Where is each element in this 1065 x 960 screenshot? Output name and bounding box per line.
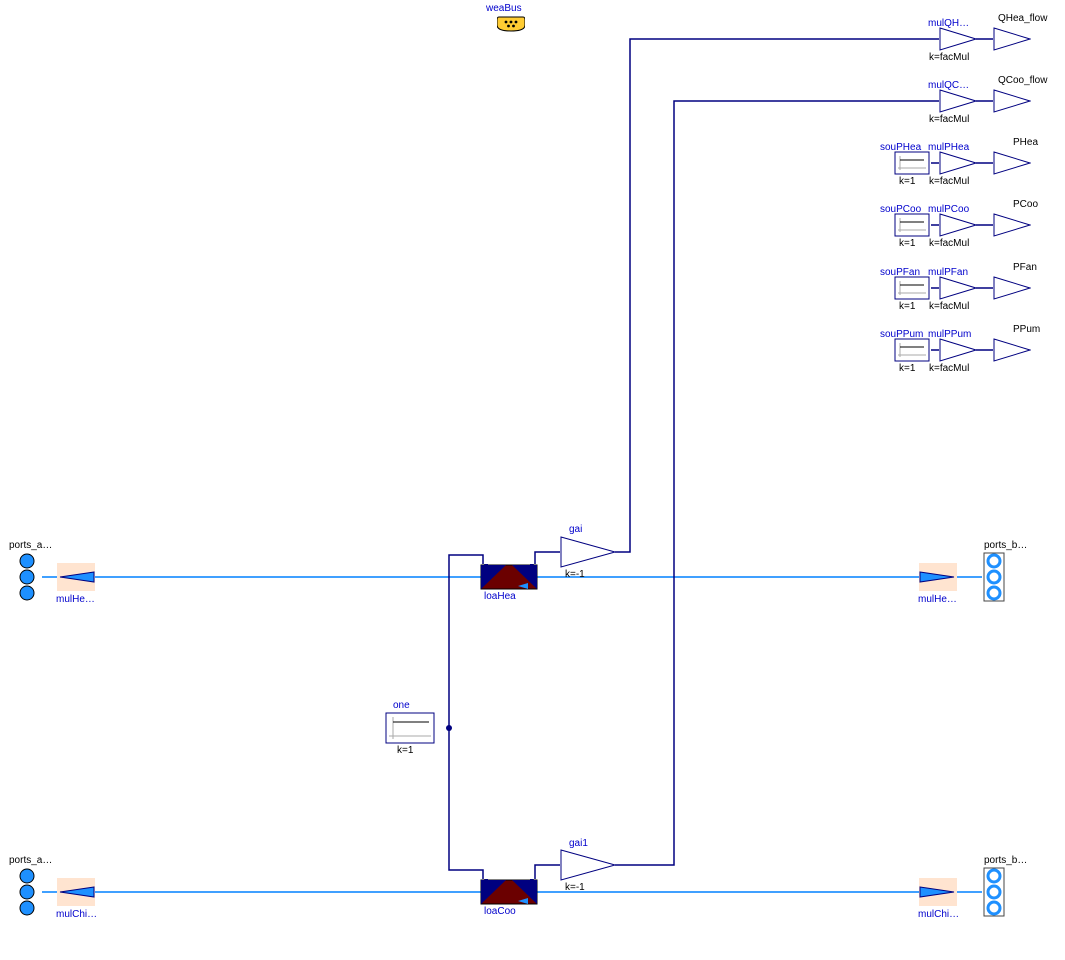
ports-a-heating[interactable] (15, 551, 39, 603)
gai1-k: k=-1 (565, 882, 585, 893)
const-souPHea[interactable] (894, 151, 930, 175)
mulHeaOut-label: mulHe… (918, 594, 957, 605)
diagram-canvas: weaBus mulQH… k=facMul QHea_flow mulQC… … (0, 0, 1065, 960)
mulChiOut-label: mulChi… (918, 909, 959, 920)
mulChiIn-label: mulChi… (56, 909, 97, 920)
loaHea-block[interactable] (480, 564, 538, 590)
mulQC-k: k=facMul (929, 114, 969, 125)
gai-label: gai (569, 524, 582, 535)
mulHeaOut[interactable] (918, 562, 958, 592)
souPCoo-k: k=1 (899, 238, 915, 249)
gain-mulPHea[interactable] (939, 151, 977, 175)
souPPum-k: k=1 (899, 363, 915, 374)
gain-mulPCoo[interactable] (939, 213, 977, 237)
ports-a-cooling[interactable] (15, 866, 39, 918)
gain-mulPPum[interactable] (939, 338, 977, 362)
loaHea-label: loaHea (484, 591, 516, 602)
out-PHea[interactable] (993, 151, 1031, 175)
out-PCoo[interactable] (993, 213, 1031, 237)
souPFan-k: k=1 (899, 301, 915, 312)
mulPFan-k: k=facMul (929, 301, 969, 312)
ports-b-cooling-label: ports_b… (984, 855, 1027, 866)
weabus-label: weaBus (486, 3, 522, 14)
mulPCoo-k: k=facMul (929, 238, 969, 249)
one-label: one (393, 700, 410, 711)
const-souPFan[interactable] (894, 276, 930, 300)
PCoo-label: PCoo (1013, 199, 1038, 210)
loaCoo-label: loaCoo (484, 906, 516, 917)
ports-a-cooling-label: ports_a… (9, 855, 52, 866)
loaCoo-block[interactable] (480, 879, 538, 905)
mulPPum-k: k=facMul (929, 363, 969, 374)
gai-block[interactable] (560, 536, 616, 568)
mulHeaIn[interactable] (56, 562, 96, 592)
gain-mulPFan[interactable] (939, 276, 977, 300)
out-PFan[interactable] (993, 276, 1031, 300)
QHea-label: QHea_flow (998, 13, 1047, 24)
const-souPPum[interactable] (894, 338, 930, 362)
out-QHea[interactable] (993, 27, 1031, 51)
ports-a-heating-label: ports_a… (9, 540, 52, 551)
mulHeaIn-label: mulHe… (56, 594, 95, 605)
const-souPCoo[interactable] (894, 213, 930, 237)
souPHea-k: k=1 (899, 176, 915, 187)
one-block[interactable] (385, 712, 435, 744)
gai1-block[interactable] (560, 849, 616, 881)
ports-b-cooling[interactable] (982, 866, 1006, 918)
PFan-label: PFan (1013, 262, 1037, 273)
mulChiOut[interactable] (918, 877, 958, 907)
mulQH-k: k=facMul (929, 52, 969, 63)
gain-mulQH[interactable] (939, 27, 977, 51)
mulChiIn[interactable] (56, 877, 96, 907)
PPum-label: PPum (1013, 324, 1040, 335)
gain-mulQC[interactable] (939, 89, 977, 113)
mulPHea-k: k=facMul (929, 176, 969, 187)
one-k: k=1 (397, 745, 413, 756)
gai1-label: gai1 (569, 838, 588, 849)
ports-b-heating-label: ports_b… (984, 540, 1027, 551)
weabus-icon[interactable] (497, 15, 525, 33)
out-QCoo[interactable] (993, 89, 1031, 113)
PHea-label: PHea (1013, 137, 1038, 148)
ports-b-heating[interactable] (982, 551, 1006, 603)
gai-k: k=-1 (565, 569, 585, 580)
out-PPum[interactable] (993, 338, 1031, 362)
QCoo-label: QCoo_flow (998, 75, 1047, 86)
